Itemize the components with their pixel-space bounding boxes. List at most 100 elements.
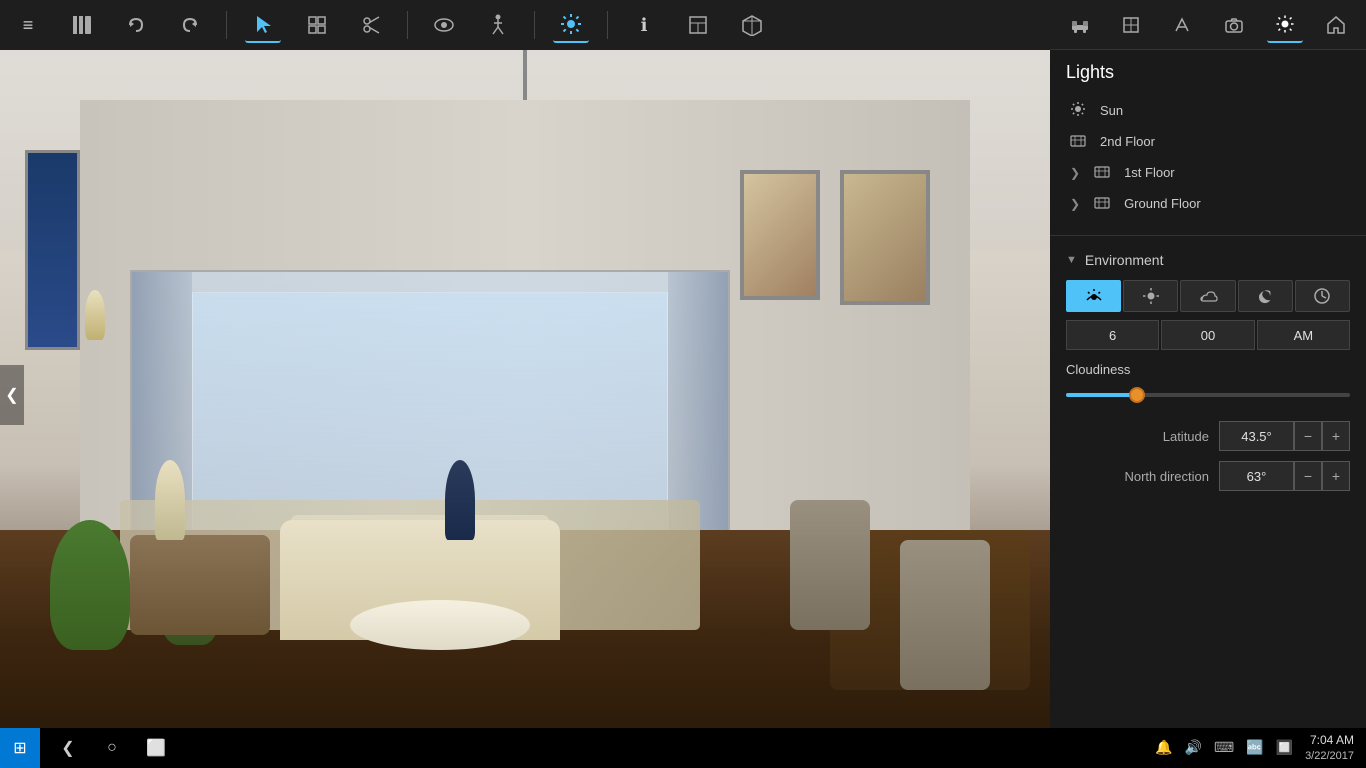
chair-left xyxy=(130,535,270,635)
panel-divider-1 xyxy=(1050,235,1366,236)
info-icon[interactable]: ℹ xyxy=(626,7,662,43)
floor-light-icon-1st xyxy=(1094,163,1114,182)
sep2 xyxy=(407,11,408,39)
plant-left xyxy=(50,520,130,650)
time-period-input[interactable]: AM xyxy=(1257,320,1350,350)
north-direction-input[interactable]: 63° xyxy=(1219,461,1294,491)
sun-light-label: Sun xyxy=(1100,103,1123,118)
environment-title: Environment xyxy=(1085,252,1164,268)
slider-thumb[interactable] xyxy=(1129,387,1145,403)
library-icon[interactable] xyxy=(64,7,100,43)
undo-icon[interactable] xyxy=(118,7,154,43)
sep3 xyxy=(534,11,535,39)
panel-home-icon[interactable] xyxy=(1318,7,1354,43)
light-item-1st-floor[interactable]: ❯ 1st Floor xyxy=(1066,157,1350,188)
latitude-label: Latitude xyxy=(1066,429,1219,444)
artwork-left xyxy=(25,150,80,350)
light-item-2nd-floor[interactable]: 2nd Floor xyxy=(1066,126,1350,157)
panel-camera-icon[interactable] xyxy=(1216,7,1252,43)
tod-sunny-btn[interactable] xyxy=(1123,280,1178,312)
taskbar-volume-icon[interactable]: 🔊 xyxy=(1185,739,1202,756)
ground-floor-label: Ground Floor xyxy=(1124,196,1201,211)
north-direction-increase-btn[interactable]: + xyxy=(1322,461,1350,491)
taskbar-monitor-icon[interactable]: 🔲 xyxy=(1276,739,1293,756)
start-button[interactable]: ⊞ xyxy=(0,728,40,768)
north-direction-row: North direction 63° − + xyxy=(1066,461,1350,491)
environment-header[interactable]: ▼ Environment xyxy=(1066,252,1350,268)
light-item-sun[interactable]: Sun xyxy=(1066,95,1350,126)
taskbar-time: 7:04 AM xyxy=(1305,733,1354,749)
tod-cloudy-btn[interactable] xyxy=(1180,280,1235,312)
panel-structure-icon[interactable] xyxy=(1113,7,1149,43)
taskbar-clock[interactable]: 7:04 AM 3/22/2017 xyxy=(1305,733,1354,763)
taskbar-connect-icon[interactable]: ⌨ xyxy=(1214,739,1234,756)
scissors-icon[interactable] xyxy=(353,7,389,43)
taskbar-date: 3/22/2017 xyxy=(1305,749,1354,763)
viewport[interactable]: ❮ xyxy=(0,50,1050,740)
lamp-right xyxy=(445,460,475,540)
walk-icon[interactable] xyxy=(480,7,516,43)
sep1 xyxy=(226,11,227,39)
coffee-table xyxy=(350,600,530,650)
grid-icon[interactable] xyxy=(299,7,335,43)
light-item-ground-floor[interactable]: ❯ Ground Floor xyxy=(1066,188,1350,219)
latitude-decrease-btn[interactable]: − xyxy=(1294,421,1322,451)
panel-scroll-area: Lights Sun xyxy=(1050,50,1366,728)
taskbar-right: 🔔 🔊 ⌨ 🔤 🔲 7:04 AM 3/22/2017 xyxy=(1143,733,1366,763)
latitude-increase-btn[interactable]: + xyxy=(1322,421,1350,451)
1st-floor-label: 1st Floor xyxy=(1124,165,1175,180)
cloudiness-label: Cloudiness xyxy=(1066,362,1350,377)
north-direction-decrease-btn[interactable]: − xyxy=(1294,461,1322,491)
panel-furniture-icon[interactable] xyxy=(1062,7,1098,43)
layout-icon[interactable] xyxy=(680,7,716,43)
time-row: 6 00 AM xyxy=(1066,320,1350,350)
taskbar-notification-icon[interactable]: 🔔 xyxy=(1155,739,1172,756)
panel-icon-row xyxy=(1050,0,1366,50)
menu-icon[interactable]: ≡ xyxy=(10,7,46,43)
panel-sun-icon[interactable] xyxy=(1267,7,1303,43)
taskbar-keyboard-icon[interactable]: 🔤 xyxy=(1246,739,1263,756)
view-icon[interactable] xyxy=(426,7,462,43)
taskbar-back-btn[interactable]: ❮ xyxy=(48,728,88,768)
select-tool-icon[interactable] xyxy=(245,7,281,43)
lamp-left xyxy=(155,460,185,540)
sep4 xyxy=(607,11,608,39)
dining-chair-2 xyxy=(900,540,990,690)
tod-night-btn[interactable] xyxy=(1238,280,1293,312)
sun-light-icon xyxy=(1070,101,1090,120)
slider-fill xyxy=(1066,393,1137,397)
panel-materials-icon[interactable] xyxy=(1164,7,1200,43)
env-chevron-icon: ▼ xyxy=(1066,254,1077,266)
top-toolbar: ≡ xyxy=(0,0,1050,50)
latitude-input[interactable]: 43.5° xyxy=(1219,421,1294,451)
taskbar-view-btn[interactable]: ⬜ xyxy=(136,728,176,768)
lights-section: Lights Sun xyxy=(1050,50,1366,231)
time-of-day-row xyxy=(1066,280,1350,312)
taskbar-home-btn[interactable]: ○ xyxy=(92,728,132,768)
wall-sconce xyxy=(85,290,105,340)
right-panel: Lights Sun xyxy=(1050,0,1366,728)
3d-icon[interactable] xyxy=(734,7,770,43)
time-minutes-input[interactable]: 00 xyxy=(1161,320,1254,350)
latitude-row: Latitude 43.5° − + xyxy=(1066,421,1350,451)
sun-tool-icon[interactable] xyxy=(553,7,589,43)
taskbar: ⊞ ❮ ○ ⬜ 🔔 🔊 ⌨ 🔤 🔲 7:04 AM 3/22/2017 xyxy=(0,728,1366,768)
lights-title: Lights xyxy=(1066,62,1350,83)
environment-section: ▼ Environment xyxy=(1050,240,1366,513)
time-hour-input[interactable]: 6 xyxy=(1066,320,1159,350)
left-nav-arrow[interactable]: ❮ xyxy=(0,365,24,425)
tod-clock-btn[interactable] xyxy=(1295,280,1350,312)
north-direction-label: North direction xyxy=(1066,469,1219,484)
artwork-right-2 xyxy=(840,170,930,305)
tod-sunrise-btn[interactable] xyxy=(1066,280,1121,312)
taskbar-items: ❮ ○ ⬜ xyxy=(40,728,1143,768)
floor-light-icon-2nd xyxy=(1070,132,1090,151)
floor-light-icon-ground xyxy=(1094,194,1114,213)
expand-ground-floor-icon: ❯ xyxy=(1070,197,1080,211)
cloudiness-slider[interactable] xyxy=(1066,385,1350,405)
expand-1st-floor-icon: ❯ xyxy=(1070,166,1080,180)
2nd-floor-label: 2nd Floor xyxy=(1100,134,1155,149)
dining-chair-1 xyxy=(790,500,870,630)
artwork-right-1 xyxy=(740,170,820,300)
redo-icon[interactable] xyxy=(172,7,208,43)
